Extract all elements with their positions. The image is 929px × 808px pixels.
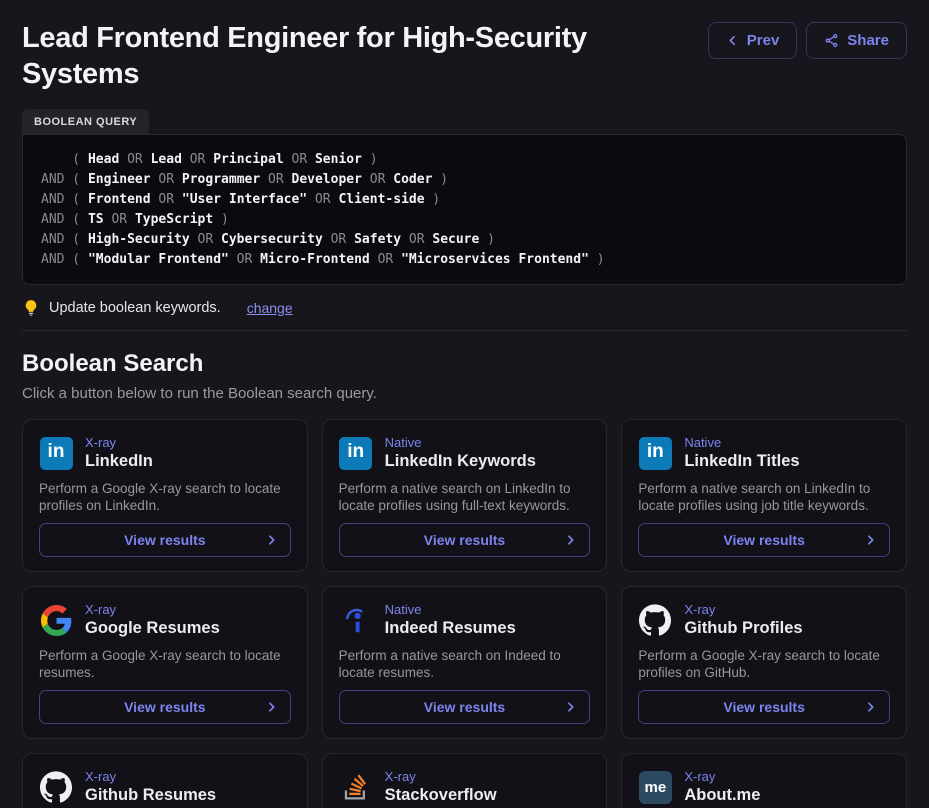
card-title: Github Profiles (684, 618, 802, 638)
card-description: Perform a Google X-ray search to locate … (39, 480, 291, 514)
github-icon (638, 603, 672, 637)
query-line: ( Head OR Lead OR Principal OR Senior ) (41, 150, 888, 170)
card-title: About.me (684, 785, 760, 805)
search-card: X-ray Github Resumes View results (22, 753, 308, 808)
query-line: AND ( "Modular Frontend" OR Micro-Fronte… (41, 250, 888, 270)
search-card: me X-ray About.me View results (621, 753, 907, 808)
query-line: AND ( Engineer OR Programmer OR Develope… (41, 170, 888, 190)
view-results-label: View results (723, 532, 804, 548)
section-subtitle: Click a button below to run the Boolean … (22, 385, 907, 402)
view-results-label: View results (424, 699, 505, 715)
prev-button-label: Prev (747, 32, 780, 49)
view-results-label: View results (124, 532, 205, 548)
search-card: in X-ray LinkedIn Perform a Google X-ray… (22, 419, 308, 572)
google-icon (39, 603, 73, 637)
card-title: LinkedIn Titles (684, 451, 799, 471)
search-card: Native Indeed Resumes Perform a native s… (322, 586, 608, 739)
card-head: X-ray Github Profiles (638, 602, 890, 638)
view-results-button[interactable]: View results (39, 690, 291, 724)
card-head: X-ray Github Resumes (39, 769, 291, 805)
boolean-query-panel: BOOLEAN QUERY ( Head OR Lead OR Principa… (22, 109, 907, 285)
stackoverflow-icon (339, 770, 373, 804)
chevron-right-icon (265, 534, 278, 547)
github-icon (39, 770, 73, 804)
card-description: Perform a native search on LinkedIn to l… (339, 480, 591, 514)
card-title: LinkedIn (85, 451, 153, 471)
search-card: X-ray Google Resumes Perform a Google X-… (22, 586, 308, 739)
chevron-right-icon (564, 534, 577, 547)
view-results-button[interactable]: View results (638, 523, 890, 557)
card-badge: X-ray (385, 769, 497, 785)
card-badge: Native (385, 435, 536, 451)
tip-text: Update boolean keywords. (49, 300, 221, 316)
card-badge: Native (385, 602, 516, 618)
card-title: Indeed Resumes (385, 618, 516, 638)
boolean-query-tab: BOOLEAN QUERY (22, 109, 149, 134)
search-card: in Native LinkedIn Keywords Perform a na… (322, 419, 608, 572)
prev-button[interactable]: Prev (708, 22, 798, 59)
chevron-right-icon (265, 701, 278, 714)
boolean-query-block[interactable]: ( Head OR Lead OR Principal OR Senior )A… (22, 134, 907, 285)
page-title: Lead Frontend Engineer for High-Security… (22, 20, 682, 92)
view-results-button[interactable]: View results (339, 523, 591, 557)
card-title: Google Resumes (85, 618, 220, 638)
card-head: in X-ray LinkedIn (39, 435, 291, 471)
card-title: Github Resumes (85, 785, 216, 805)
card-head: Native Indeed Resumes (339, 602, 591, 638)
view-results-button[interactable]: View results (39, 523, 291, 557)
header: Lead Frontend Engineer for High-Security… (22, 0, 907, 92)
chevron-right-icon (564, 701, 577, 714)
share-icon (824, 33, 839, 48)
query-line: AND ( Frontend OR "User Interface" OR Cl… (41, 190, 888, 210)
indeed-icon (339, 603, 373, 637)
linkedin-icon: in (39, 436, 73, 470)
search-card: X-ray Github Profiles Perform a Google X… (621, 586, 907, 739)
search-card: in Native LinkedIn Titles Perform a nati… (621, 419, 907, 572)
query-code: ( Head OR Lead OR Principal OR Senior )A… (41, 150, 888, 270)
card-description: Perform a Google X-ray search to locate … (39, 647, 291, 681)
change-link[interactable]: change (247, 300, 293, 316)
card-badge: X-ray (85, 435, 153, 451)
card-head: X-ray Stackoverflow (339, 769, 591, 805)
card-badge: Native (684, 435, 799, 451)
card-description: Perform a native search on Indeed to loc… (339, 647, 591, 681)
view-results-button[interactable]: View results (638, 690, 890, 724)
card-head: in Native LinkedIn Titles (638, 435, 890, 471)
card-badge: X-ray (85, 602, 220, 618)
section-title: Boolean Search (22, 350, 907, 378)
card-description: Perform a Google X-ray search to locate … (638, 647, 890, 681)
chevron-right-icon (864, 701, 877, 714)
lightbulb-icon (22, 299, 40, 317)
card-head: X-ray Google Resumes (39, 602, 291, 638)
card-badge: X-ray (684, 602, 802, 618)
view-results-button[interactable]: View results (339, 690, 591, 724)
card-description: Perform a native search on LinkedIn to l… (638, 480, 890, 514)
card-head: me X-ray About.me (638, 769, 890, 805)
card-head: in Native LinkedIn Keywords (339, 435, 591, 471)
tip-row: Update boolean keywords. change (22, 299, 907, 317)
card-title: LinkedIn Keywords (385, 451, 536, 471)
header-actions: Prev Share (708, 20, 907, 59)
chevron-right-icon (864, 534, 877, 547)
query-line: AND ( High-Security OR Cybersecurity OR … (41, 230, 888, 250)
share-button[interactable]: Share (806, 22, 907, 59)
view-results-label: View results (723, 699, 804, 715)
linkedin-icon: in (339, 436, 373, 470)
card-badge: X-ray (684, 769, 760, 785)
search-card: X-ray Stackoverflow View results (322, 753, 608, 808)
view-results-label: View results (424, 532, 505, 548)
cards-grid: in X-ray LinkedIn Perform a Google X-ray… (22, 419, 907, 808)
linkedin-icon: in (638, 436, 672, 470)
share-button-label: Share (847, 32, 889, 49)
aboutme-icon: me (638, 770, 672, 804)
card-badge: X-ray (85, 769, 216, 785)
card-title: Stackoverflow (385, 785, 497, 805)
query-line: AND ( TS OR TypeScript ) (41, 210, 888, 230)
divider (22, 330, 907, 331)
chevron-left-icon (726, 34, 739, 47)
page: Lead Frontend Engineer for High-Security… (0, 0, 929, 808)
view-results-label: View results (124, 699, 205, 715)
